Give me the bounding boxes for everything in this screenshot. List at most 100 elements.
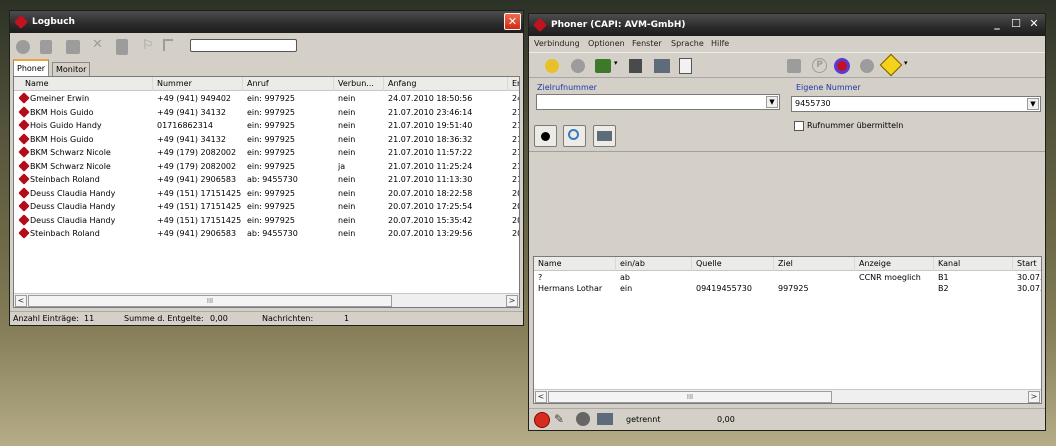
row-start: 30.07.2: [1017, 273, 1041, 282]
scroll-left-icon[interactable]: <: [535, 391, 547, 403]
block-icon[interactable]: [834, 58, 850, 74]
own-number-label: Eigene Nummer: [796, 83, 861, 92]
phone-icon[interactable]: [16, 40, 30, 54]
tab-monitor[interactable]: Monitor: [52, 62, 91, 76]
record-button[interactable]: [534, 125, 557, 147]
header-ein-ab[interactable]: ein/ab: [616, 257, 692, 271]
menu-verbindung[interactable]: Verbindung: [534, 36, 580, 52]
header-start[interactable]: Start: [1013, 257, 1041, 271]
header-anzeige[interactable]: Anzeige: [855, 257, 934, 271]
chevron-down-icon[interactable]: ▼: [766, 96, 778, 108]
scroll-thumb[interactable]: III: [28, 295, 392, 307]
menu-fenster[interactable]: Fenster: [632, 36, 662, 52]
count-value: 11: [84, 314, 95, 323]
hand-icon[interactable]: [787, 59, 801, 73]
user-icon[interactable]: [116, 39, 128, 55]
table-row[interactable]: BKM Hois Guido +49 (941) 34132 ein: 997925…: [14, 105, 519, 119]
table-row[interactable]: Deuss Claudia Handy +49 (151) 17151425 ein…: [14, 200, 519, 213]
minimize-icon[interactable]: _: [989, 17, 1005, 32]
row-anfang: 21.07.2010 23:46:14: [388, 107, 473, 117]
filter-icon[interactable]: [163, 39, 173, 51]
table-row[interactable]: Steinbach Roland +49 (941) 2906583 ab: 945…: [14, 227, 519, 240]
copy-icon[interactable]: [66, 40, 80, 54]
row-anfang: 21.07.2010 19:51:40: [388, 121, 473, 130]
microphone-icon[interactable]: ✎: [554, 412, 569, 427]
row-anruf: ab: 9455730: [247, 229, 298, 238]
send-number-checkbox[interactable]: [794, 121, 804, 131]
row-quelle: [692, 272, 774, 283]
modem-icon[interactable]: [595, 59, 611, 73]
header-name[interactable]: Name: [14, 77, 153, 91]
menu-sprache[interactable]: Sprache: [671, 36, 704, 52]
target-number-field[interactable]: ▼: [536, 94, 780, 110]
row-verbunden: nein: [338, 134, 356, 144]
header-kanal[interactable]: Kanal: [934, 257, 1013, 271]
row-nummer: +49 (179) 2082002: [157, 148, 237, 157]
header-anfang[interactable]: Anfang: [384, 77, 508, 91]
search-button[interactable]: [563, 125, 586, 147]
cassette-button[interactable]: [593, 125, 616, 147]
phone-icon[interactable]: [545, 59, 559, 73]
hangup-icon[interactable]: [534, 412, 550, 428]
table-row[interactable]: Deuss Claudia Handy +49 (151) 17151425 ein…: [14, 186, 519, 200]
call-log-list[interactable]: Name Nummer Anruf Verbun... Anfang Ende …: [13, 76, 520, 308]
chat-icon[interactable]: [860, 59, 874, 73]
document-icon[interactable]: [679, 58, 692, 74]
table-row[interactable]: Deuss Claudia Handy +49 (151) 17151425 ein…: [14, 213, 519, 227]
row-anruf: ein: 997925: [247, 161, 295, 171]
book-icon[interactable]: [629, 59, 642, 73]
delete-icon[interactable]: ✕: [92, 38, 106, 52]
header-name[interactable]: Name: [534, 257, 616, 271]
book-icon[interactable]: [40, 40, 52, 54]
cassette-icon[interactable]: [654, 59, 670, 73]
header-anruf[interactable]: Anruf: [243, 77, 334, 91]
cassette-icon[interactable]: [597, 413, 613, 425]
table-row[interactable]: Steinbach Roland +49 (941) 2906583 ab: 945…: [14, 173, 519, 186]
scroll-thumb[interactable]: III: [548, 391, 832, 403]
divider: [529, 151, 1045, 152]
search-input[interactable]: [190, 39, 297, 52]
table-row[interactable]: Hois Guido Handy 01716862314 ein: 997925 ne…: [14, 119, 519, 132]
header-nummer[interactable]: Nummer: [153, 77, 243, 91]
close-icon[interactable]: ✕: [1026, 17, 1042, 32]
header-verbunden[interactable]: Verbun...: [334, 77, 384, 91]
park-icon[interactable]: P: [812, 58, 827, 73]
table-row[interactable]: BKM Schwarz Nicole +49 (179) 2082002 ein: …: [14, 159, 519, 173]
dropdown-arrow-icon[interactable]: ▾: [904, 59, 910, 73]
direction-icon[interactable]: [879, 53, 903, 77]
logbuch-titlebar[interactable]: Logbuch ✕: [10, 11, 523, 33]
own-number-field[interactable]: 9455730 ▼: [791, 96, 1041, 112]
active-calls-list[interactable]: Name ein/ab Quelle Ziel Anzeige Kanal St…: [533, 256, 1042, 404]
row-nummer: +49 (151) 17151425: [157, 215, 242, 225]
messages-value: 1: [344, 314, 350, 323]
chevron-down-icon[interactable]: ▼: [1027, 98, 1039, 110]
scroll-right-icon[interactable]: >: [506, 295, 518, 307]
header-ende[interactable]: Ende: [508, 77, 519, 91]
row-anfang: 21.07.2010 18:36:32: [388, 134, 473, 144]
logbuch-statusbar: Anzahl Einträge: 11 Summe d. Entgelte: 0…: [10, 311, 523, 325]
row-ende: 21.07: [512, 134, 519, 144]
row-nummer: +49 (941) 34132: [157, 134, 226, 144]
menu-hilfe[interactable]: Hilfe: [711, 36, 729, 52]
table-row[interactable]: BKM Schwarz Nicole +49 (179) 2082002 ein: …: [14, 146, 519, 159]
maximize-icon[interactable]: ☐: [1008, 17, 1024, 32]
scroll-right-icon[interactable]: >: [1028, 391, 1040, 403]
header-quelle[interactable]: Quelle: [692, 257, 774, 271]
tab-phoner[interactable]: Phoner: [13, 59, 50, 76]
header-ziel[interactable]: Ziel: [774, 257, 855, 271]
flag-icon[interactable]: ⚐: [142, 39, 156, 53]
table-row[interactable]: Hermans Lothar ein 09419455730 997925 B2 30.0…: [534, 283, 1041, 296]
row-anfang: 20.07.2010 18:22:58: [388, 188, 473, 198]
menu-optionen[interactable]: Optionen: [588, 36, 625, 52]
horizontal-scrollbar[interactable]: < III >: [534, 389, 1041, 403]
speaker-icon[interactable]: [576, 412, 590, 426]
horizontal-scrollbar[interactable]: < III >: [14, 293, 519, 307]
call-forward-icon[interactable]: [571, 59, 585, 73]
dropdown-arrow-icon[interactable]: ▾: [614, 59, 620, 73]
phoner-titlebar[interactable]: Phoner (CAPI: AVM-GmbH) _ ☐ ✕: [529, 14, 1045, 36]
close-icon[interactable]: ✕: [504, 13, 521, 30]
table-row[interactable]: Gmeiner Erwin +49 (941) 949402 ein: 997925…: [14, 92, 519, 105]
row-anfang: 21.07.2010 11:13:30: [388, 175, 473, 184]
table-row[interactable]: BKM Hois Guido +49 (941) 34132 ein: 997925…: [14, 132, 519, 146]
scroll-left-icon[interactable]: <: [15, 295, 27, 307]
